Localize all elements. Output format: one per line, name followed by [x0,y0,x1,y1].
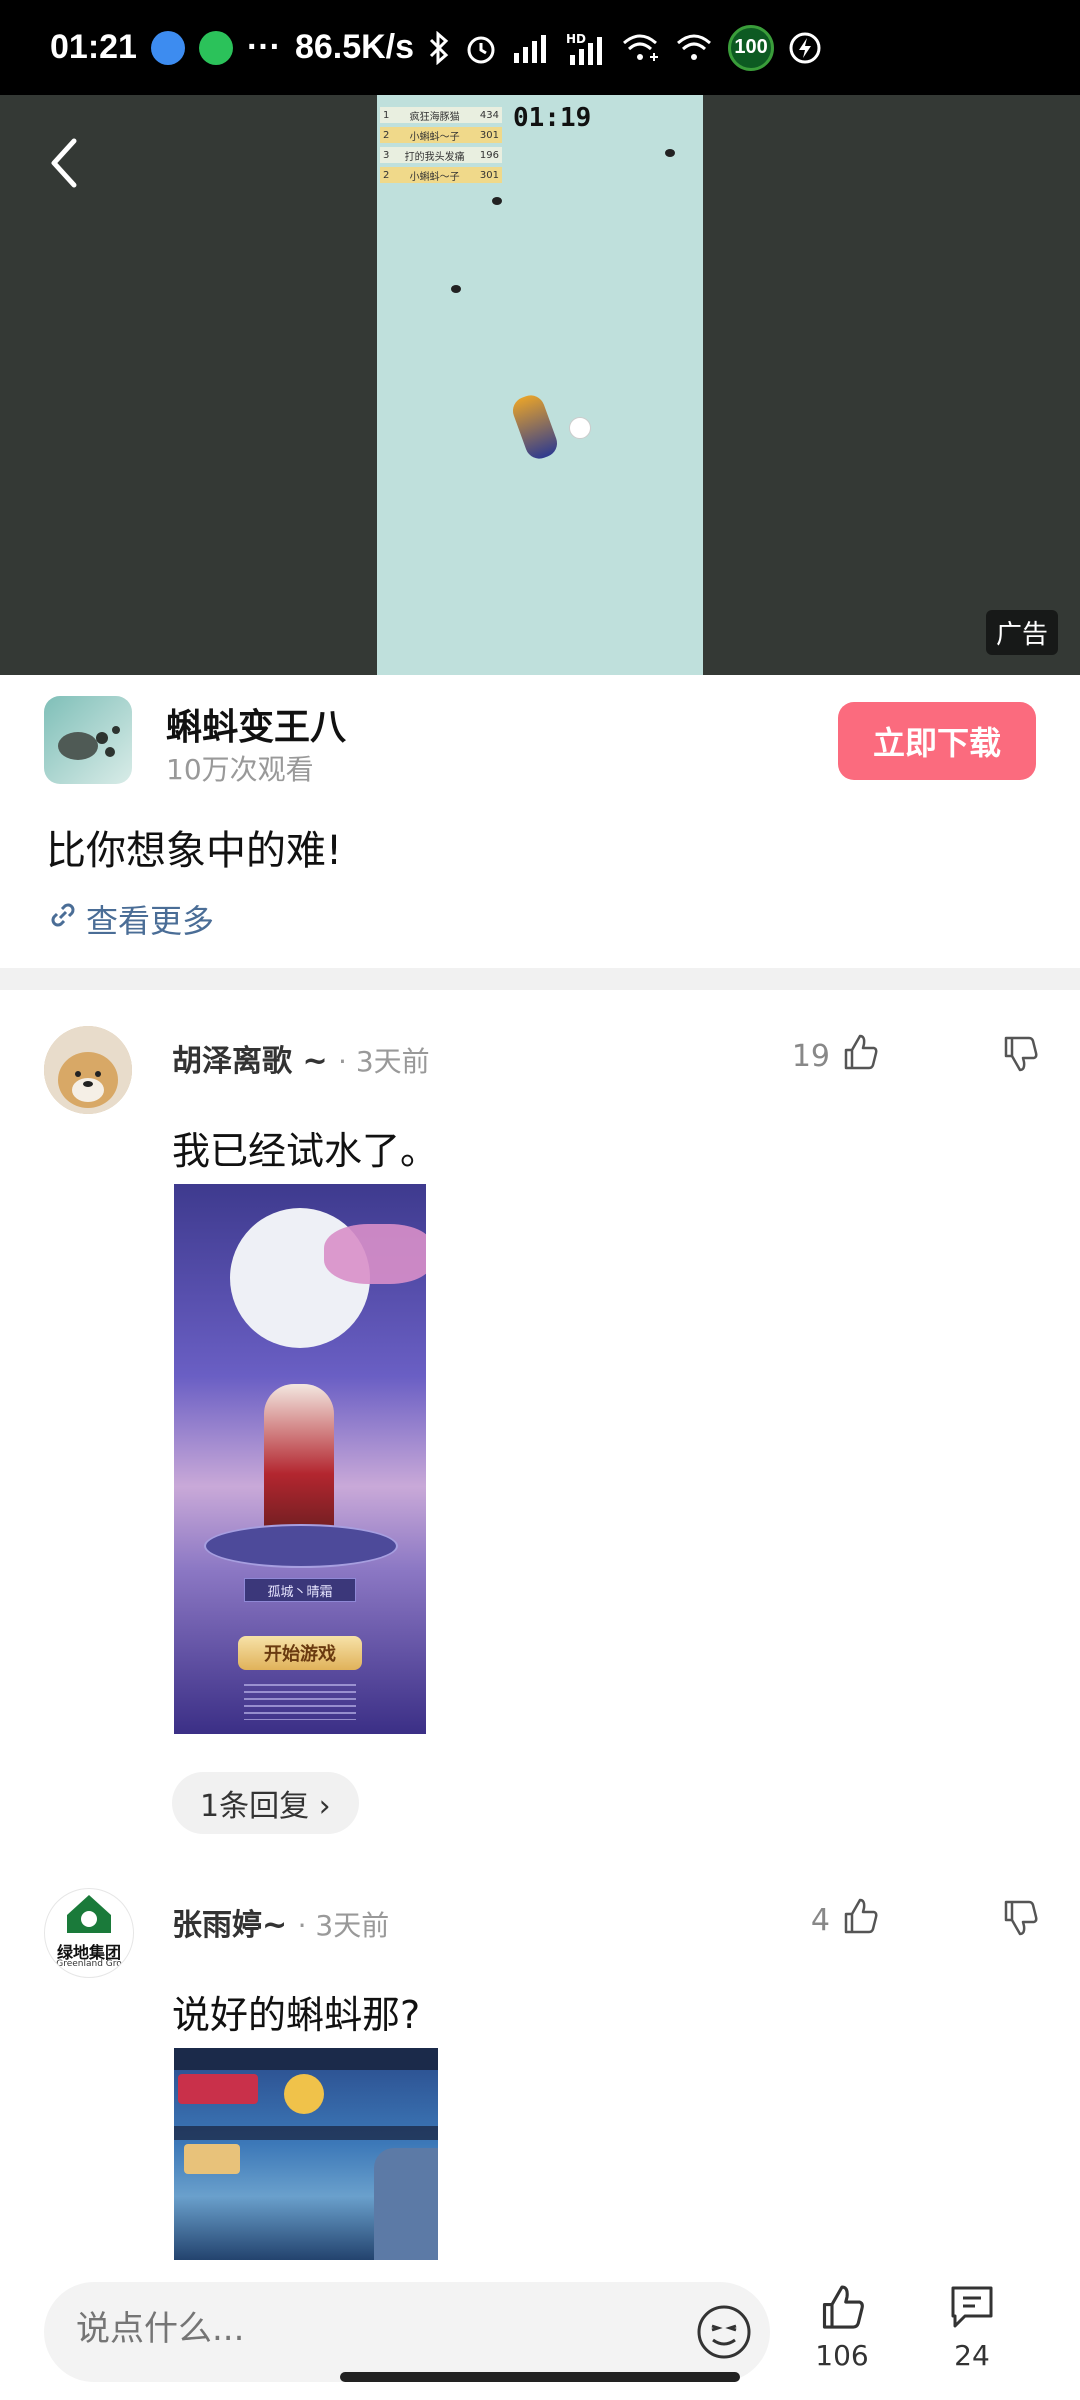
status-bar: 01:21 ··· 86.5K/s HD 100 [0,0,1080,95]
emoji-button[interactable] [696,2304,752,2360]
comment-bubble-icon [947,2286,997,2339]
section-divider [0,968,1080,990]
signal-icon [512,33,552,63]
dislike-button[interactable] [1000,1034,1040,1078]
see-more-label: 查看更多 [86,902,215,940]
game-top-hud [174,2048,438,2070]
emoji-icon [696,2305,752,2364]
notification-app-icon [150,30,185,65]
comment-input-box[interactable] [44,2282,770,2382]
dislike-button[interactable] [1000,1898,1040,1942]
tadpole [451,285,461,293]
like-button[interactable]: 4 [811,1896,880,1944]
thumbs-up-icon [840,1032,880,1080]
player-tadpole-group [509,391,561,463]
post-title: 比你想象中的难! [46,828,343,874]
post-like-count: 106 [815,2339,869,2372]
download-button[interactable]: 立即下载 [838,702,1036,780]
charging-icon [788,31,822,65]
comment-time: · 3天前 [297,1909,390,1942]
svg-text:HD: HD [566,32,586,46]
wifi-icon [674,31,714,65]
leaderboard-row: 3 打的我头发痛 196 [380,147,502,163]
avatar-logo-subtext: Greenland Gro [56,1959,122,1969]
more-notifications-icon: ··· [246,28,281,66]
tadpole [665,149,675,157]
comment-username[interactable]: 张雨婷~ [172,1908,287,1943]
game-scenery-rock [374,2148,438,2260]
comment-username[interactable]: 胡泽离歌 ~ [172,1044,328,1079]
view-replies-button[interactable]: 1条回复 › [172,1772,359,1834]
alarm-icon [464,31,498,65]
home-indicator[interactable] [340,2372,740,2382]
like-post-button[interactable]: 106 [802,2282,882,2372]
app-icon[interactable] [44,696,132,784]
game-coin-icon [284,2074,324,2114]
battery-icon: 100 [728,24,775,71]
clock: 01:21 [50,28,137,66]
thumbs-down-icon [1000,1036,1040,1078]
app-name: 蝌蚪变王八 [166,707,347,748]
like-button[interactable]: 19 [792,1032,880,1080]
network-speed: 86.5K/s [294,28,415,66]
comment-time: · 3天前 [338,1045,430,1078]
ad-badge: 广告 [985,610,1058,655]
comment-post-button[interactable]: 24 [932,2282,1012,2372]
leaderboard-row: 1 疯狂海豚猫 434 [380,107,502,123]
player-level-badge [178,2074,258,2104]
leaderboard-row: 2 小蝌蚪～子 301 [380,167,502,183]
like-count: 19 [791,1038,830,1074]
tadpole [492,197,502,205]
blossom-branch [324,1224,426,1284]
comment-text: 我已经试水了。 [172,1129,439,1173]
avatar[interactable]: 绿地集团 Greenland Gro [44,1888,134,1978]
game-timer: 01:19 [513,103,592,133]
see-more-link[interactable]: 查看更多 [48,896,214,942]
thumbs-down-icon [1000,1900,1040,1942]
avatar[interactable] [44,1026,132,1114]
post-comment-count: 24 [954,2339,990,2372]
disclaimer-text-block [244,1684,356,1720]
game-message-strip [174,2126,438,2140]
game-video-frame: 1 疯狂海豚猫 434 2 小蝌蚪～子 301 3 打的我头发痛 196 2 小蝌蚪～子 301… [377,95,703,675]
bluetooth-icon [428,30,450,65]
thumbs-up-icon [840,1896,880,1944]
app-view-count: 10万次观看 [166,753,314,786]
ad-video-player[interactable]: 1 疯狂海豚猫 434 2 小蝌蚪～子 301 3 打的我头发痛 196 2 小蝌蚪～子 301… [0,95,1080,675]
comment-image[interactable]: 孤城丶晴霜 开始游戏 [174,1184,426,1734]
back-button[interactable] [44,133,84,193]
wechat-icon [198,30,233,65]
pedestal [204,1524,398,1568]
hd-signal-icon: HD [566,31,606,65]
start-game-button-image: 开始游戏 [238,1636,362,1670]
food-dot [569,417,591,439]
app-info: 蝌蚪变王八 10万次观看 立即下载 [0,690,1080,800]
comment-image[interactable] [174,2048,438,2260]
game-item-slot [184,2144,240,2174]
like-count: 4 [810,1902,830,1938]
wifi-plus-icon [620,31,660,65]
leaderboard-row: 2 小蝌蚪～子 301 [380,127,502,143]
comment-text: 说好的蝌蚪那? [172,1993,421,2037]
thumbs-up-icon [817,2285,867,2339]
comment-input[interactable] [74,2308,698,2350]
link-icon [48,900,78,938]
character-name-tag: 孤城丶晴霜 [244,1578,356,1602]
